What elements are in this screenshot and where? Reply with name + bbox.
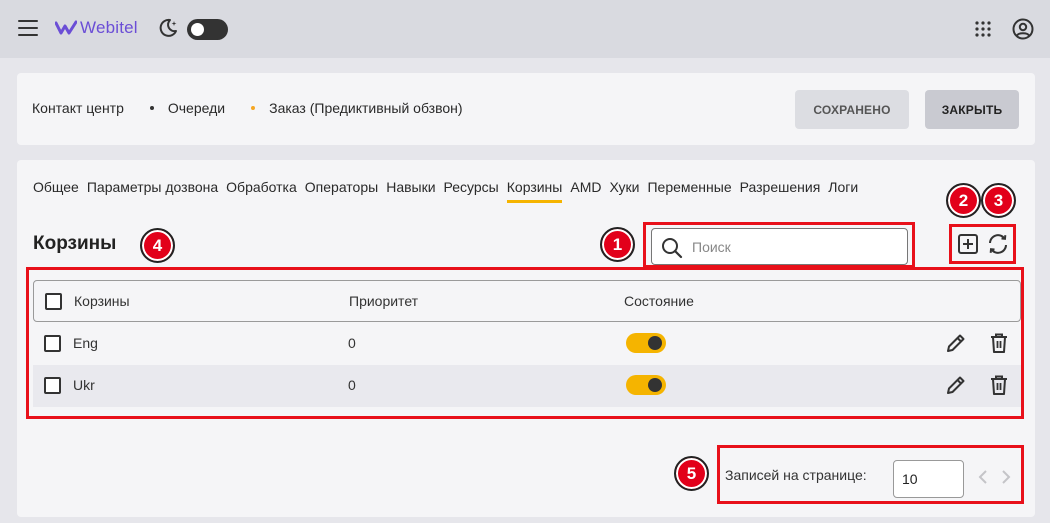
annotation-badge-1: 1 xyxy=(600,227,635,262)
page-header: Контакт центр Очереди Заказ (Предиктивны… xyxy=(17,73,1035,145)
top-bar: Webitel xyxy=(0,0,1050,58)
theme-toggle[interactable] xyxy=(187,19,228,40)
state-toggle-knob xyxy=(648,336,662,350)
webitel-logo[interactable]: Webitel xyxy=(55,18,138,38)
tab-buckets[interactable]: Корзины xyxy=(506,179,563,203)
refresh-icon[interactable] xyxy=(986,232,1010,256)
tab-permissions[interactable]: Разрешения xyxy=(740,179,821,203)
tab-general[interactable]: Общее xyxy=(33,179,79,203)
tab-processing[interactable]: Обработка xyxy=(226,179,297,203)
column-header-buckets[interactable]: Корзины xyxy=(74,281,130,321)
table-row: Ukr 0 xyxy=(33,365,1021,407)
close-button[interactable]: ЗАКРЫТЬ xyxy=(925,90,1019,129)
column-header-priority[interactable]: Приоритет xyxy=(349,281,418,321)
tab-variables[interactable]: Переменные xyxy=(647,179,731,203)
table-row: Eng 0 xyxy=(33,323,1021,365)
add-icon[interactable] xyxy=(958,234,978,254)
tab-agents[interactable]: Операторы xyxy=(305,179,378,203)
select-all-checkbox[interactable] xyxy=(45,292,62,310)
chevron-left-icon[interactable] xyxy=(978,470,988,484)
moon-icon xyxy=(159,18,177,37)
breadcrumb-queues[interactable]: Очереди xyxy=(168,100,225,116)
annotation-badge-2: 2 xyxy=(946,183,981,218)
search-field[interactable] xyxy=(651,228,908,265)
annotation-badge-3: 3 xyxy=(981,183,1016,218)
state-toggle[interactable] xyxy=(626,333,666,353)
apps-grid-icon[interactable] xyxy=(975,21,991,37)
column-header-state[interactable]: Состояние xyxy=(624,281,694,321)
logo-text: Webitel xyxy=(80,18,138,37)
annotation-badge-5: 5 xyxy=(674,456,709,491)
menu-icon[interactable] xyxy=(18,19,38,37)
tab-resources[interactable]: Ресурсы xyxy=(444,179,499,203)
rows-per-page-label: Записей на странице: xyxy=(725,467,867,483)
edit-icon[interactable] xyxy=(945,332,967,354)
delete-icon[interactable] xyxy=(989,374,1009,396)
tab-logs[interactable]: Логи xyxy=(828,179,858,203)
section-title: Корзины xyxy=(33,233,117,254)
main-panel: Общее Параметры дозвона Обработка Операт… xyxy=(17,160,1035,517)
annotation-badge-4: 4 xyxy=(140,228,175,263)
saved-button[interactable]: СОХРАНЕНО xyxy=(795,90,909,129)
annotation-frame-pagination: Записей на странице: 10 xyxy=(717,445,1024,504)
breadcrumb-separator-active xyxy=(251,106,256,110)
annotation-frame-table: Корзины Приоритет Состояние Eng 0 Ukr 0 xyxy=(26,267,1024,419)
theme-toggle-knob xyxy=(191,23,204,36)
tab-amd[interactable]: AMD xyxy=(570,179,601,203)
state-toggle[interactable] xyxy=(626,375,666,395)
breadcrumb-separator xyxy=(149,106,154,110)
tab-dial-params[interactable]: Параметры дозвона xyxy=(87,179,218,203)
edit-icon[interactable] xyxy=(945,374,967,396)
chevron-right-icon[interactable] xyxy=(1001,470,1011,484)
tab-skills[interactable]: Навыки xyxy=(386,179,435,203)
tab-bar: Общее Параметры дозвона Обработка Операт… xyxy=(33,179,953,203)
rows-per-page-input[interactable]: 10 xyxy=(893,460,964,498)
breadcrumb-current: Заказ (Предиктивный обзвон) xyxy=(269,100,463,116)
delete-icon[interactable] xyxy=(989,332,1009,354)
state-toggle-knob xyxy=(648,378,662,392)
annotation-frame-actions xyxy=(949,224,1016,264)
tab-hooks[interactable]: Хуки xyxy=(609,179,639,203)
account-icon[interactable] xyxy=(1012,18,1034,40)
table-header: Корзины Приоритет Состояние xyxy=(33,280,1021,322)
annotation-frame-search xyxy=(643,222,915,268)
search-input[interactable] xyxy=(692,229,902,264)
webitel-logo-icon xyxy=(55,20,77,35)
search-icon xyxy=(662,238,683,259)
breadcrumb: Контакт центр Очереди Заказ (Предиктивны… xyxy=(32,100,463,116)
breadcrumb-contact-center[interactable]: Контакт центр xyxy=(32,100,124,116)
